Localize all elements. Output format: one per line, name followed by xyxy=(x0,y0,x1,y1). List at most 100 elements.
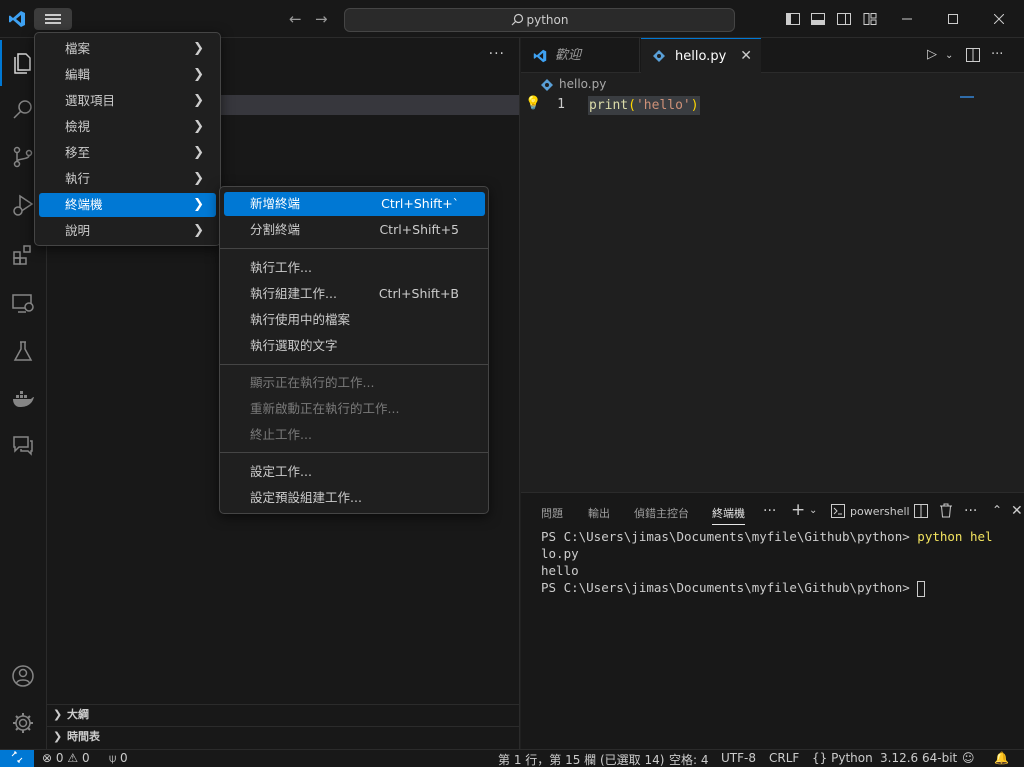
copilot-icon[interactable]: ☺ xyxy=(962,751,975,765)
comments-button[interactable] xyxy=(0,422,47,468)
split-editor-icon[interactable] xyxy=(966,48,980,62)
minimize-button[interactable] xyxy=(884,0,930,38)
minimap[interactable] xyxy=(960,96,974,98)
accounts-button[interactable] xyxy=(0,653,47,699)
menu-item-run-selected-text[interactable]: 執行選取的文字 xyxy=(224,334,485,358)
tab-terminal[interactable]: 終端機 xyxy=(712,505,745,525)
menu-item-configure-tasks[interactable]: 設定工作... xyxy=(224,460,485,484)
docker-button[interactable] xyxy=(0,376,47,422)
cursor-position[interactable]: 第 1 行，第 15 欄 (已選取 14) xyxy=(498,751,664,767)
testing-button[interactable] xyxy=(0,328,47,374)
application-menu-button[interactable] xyxy=(34,8,72,30)
chevron-right-icon: ❯ xyxy=(193,171,204,186)
forward-icon[interactable]: → xyxy=(315,10,328,28)
extensions-icon xyxy=(13,245,31,265)
maximize-button[interactable] xyxy=(930,0,976,38)
terminal-output[interactable]: PS C:\Users\jimas\Documents\myfile\Githu… xyxy=(541,528,1021,597)
command-center-search[interactable]: python xyxy=(344,8,735,32)
run-python-file-icon[interactable]: ▷ xyxy=(927,47,937,62)
close-panel-icon[interactable]: ✕ xyxy=(1011,503,1023,519)
tab-welcome[interactable]: 歡迎 xyxy=(521,38,640,73)
menu-item-label: 終止工作... xyxy=(250,427,312,442)
ports-indicator[interactable]: ⍦ 0 xyxy=(109,751,128,766)
menu-item-label: 顯示正在執行的工作... xyxy=(250,375,375,390)
run-dropdown-icon[interactable]: ⌄ xyxy=(945,50,953,61)
language-mode[interactable]: {} Python xyxy=(812,751,873,765)
remote-explorer-button[interactable] xyxy=(0,280,47,326)
menu-item-file[interactable]: 檔案 ❯ xyxy=(39,37,216,61)
problems-indicator[interactable]: ⊗ 0 ⚠ 0 xyxy=(42,751,90,765)
toggle-secondary-sidebar-icon[interactable] xyxy=(836,11,852,27)
menu-item-run-active-file[interactable]: 執行使用中的檔案 xyxy=(224,308,485,332)
chevron-down-icon[interactable]: ⌄ xyxy=(809,505,817,516)
menu-separator xyxy=(220,452,488,453)
menu-item-terminal[interactable]: 終端機 ❯ xyxy=(39,193,216,217)
more-actions-icon[interactable]: ··· xyxy=(489,46,505,62)
menu-item-help[interactable]: 說明 ❯ xyxy=(39,219,216,243)
code-line[interactable]: 💡 1 print('hello') xyxy=(521,96,1024,115)
search-text: python xyxy=(526,13,569,27)
error-icon: ⊗ xyxy=(42,751,53,765)
outline-panel-header[interactable]: ❯ 大綱 xyxy=(47,704,519,726)
maximize-panel-icon[interactable]: ⌃ xyxy=(992,503,1002,517)
close-icon xyxy=(993,13,1005,25)
close-tab-icon[interactable]: ✕ xyxy=(740,39,752,74)
menu-item-configure-default-build-task[interactable]: 設定預設組建工作... xyxy=(224,486,485,510)
tab-hello-py[interactable]: hello.py ✕ xyxy=(641,38,761,73)
chevron-right-icon: ❯ xyxy=(193,41,204,56)
menu-item-edit[interactable]: 編輯 ❯ xyxy=(39,63,216,87)
new-terminal-icon[interactable]: + xyxy=(791,500,805,520)
menu-item-new-terminal[interactable]: 新增終端 Ctrl+Shift+` xyxy=(224,192,485,216)
menu-item-run-build-task[interactable]: 執行組建工作... Ctrl+Shift+B xyxy=(224,282,485,306)
encoding[interactable]: UTF-8 xyxy=(721,751,756,765)
more-actions-icon[interactable]: ··· xyxy=(763,503,776,519)
menu-item-view[interactable]: 檢視 ❯ xyxy=(39,115,216,139)
split-terminal-icon[interactable] xyxy=(914,504,928,518)
terminal-command: python hel xyxy=(917,529,993,544)
terminal-shell-label[interactable]: powershell xyxy=(850,505,910,518)
more-actions-icon[interactable]: ··· xyxy=(991,47,1003,62)
menu-item-run[interactable]: 執行 ❯ xyxy=(39,167,216,191)
code-paren: ( xyxy=(628,98,636,113)
timeline-panel-header[interactable]: ❯ 時間表 xyxy=(47,726,519,748)
toggle-panel-icon[interactable] xyxy=(810,11,826,27)
remote-indicator[interactable] xyxy=(0,750,34,767)
back-icon[interactable]: ← xyxy=(289,10,302,28)
tab-debug-console[interactable]: 偵錯主控台 xyxy=(634,505,689,521)
broadcast-icon: ⍦ xyxy=(109,751,117,765)
chevron-right-icon: ❯ xyxy=(193,145,204,160)
python-interpreter[interactable]: 3.12.6 64-bit xyxy=(880,751,957,765)
close-button[interactable] xyxy=(976,0,1022,38)
customize-layout-icon[interactable] xyxy=(862,11,878,27)
tab-label: hello.py xyxy=(675,49,727,64)
outline-label: 大綱 xyxy=(67,708,89,721)
timeline-label: 時間表 xyxy=(67,730,100,743)
tab-label: 歡迎 xyxy=(555,48,582,63)
tab-problems[interactable]: 問題 xyxy=(541,505,563,521)
tab-output[interactable]: 輸出 xyxy=(588,505,610,521)
manage-button[interactable] xyxy=(0,700,47,746)
menu-item-label: 重新啟動正在執行的工作... xyxy=(250,401,400,416)
breadcrumb[interactable]: hello.py xyxy=(541,77,606,91)
menu-item-restart-running-task: 重新啟動正在執行的工作... xyxy=(224,397,485,421)
end-of-line[interactable]: CRLF xyxy=(769,751,799,765)
lightbulb-icon[interactable]: 💡 xyxy=(525,96,541,111)
python-file-icon xyxy=(653,50,665,62)
chevron-right-icon: ❯ xyxy=(53,730,63,743)
gear-icon xyxy=(13,713,33,733)
remote-icon xyxy=(11,751,23,763)
trash-icon[interactable] xyxy=(939,503,953,518)
more-actions-icon[interactable]: ··· xyxy=(964,503,977,519)
terminal-command-wrap: lo.py xyxy=(541,546,579,561)
notifications-bell-icon[interactable]: 🔔 xyxy=(994,751,1009,765)
menu-item-run-task[interactable]: 執行工作... xyxy=(224,256,485,280)
indentation[interactable]: 空格: 4 xyxy=(669,751,709,767)
code-string: 'hello' xyxy=(635,98,691,113)
menu-item-go[interactable]: 移至 ❯ xyxy=(39,141,216,165)
flask-icon xyxy=(13,341,33,361)
menu-item-split-terminal[interactable]: 分割終端 Ctrl+Shift+5 xyxy=(224,218,485,242)
minimize-icon xyxy=(902,18,912,20)
toggle-primary-sidebar-icon[interactable] xyxy=(785,11,801,27)
menu-item-selection[interactable]: 選取項目 ❯ xyxy=(39,89,216,113)
code-text[interactable]: print('hello') xyxy=(588,96,700,115)
